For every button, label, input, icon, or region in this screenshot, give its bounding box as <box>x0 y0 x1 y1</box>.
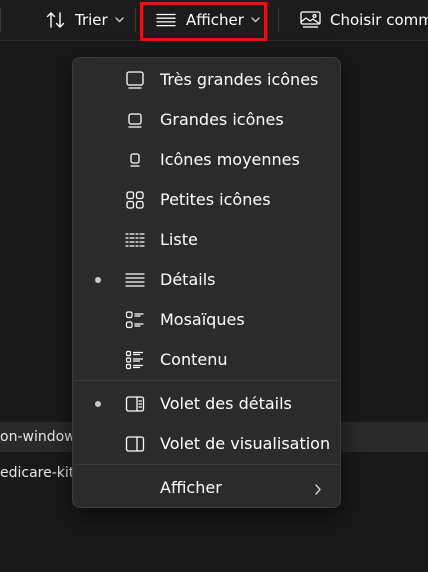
menu-item-label: Détails <box>160 270 216 289</box>
menu-item-label: Volet de visualisation <box>160 434 331 453</box>
menu-item-label: Liste <box>160 230 198 249</box>
command-bar: Trier Afficher Choisir comme <box>0 0 428 41</box>
medium-icons-icon <box>125 150 145 170</box>
menu-item-label: Afficher <box>160 478 222 497</box>
sort-icon <box>46 11 66 29</box>
menu-item-label: Icônes moyennes <box>160 150 300 169</box>
sort-label: Trier <box>75 11 108 29</box>
menu-item-label: Grandes icônes <box>160 110 284 129</box>
extra-large-icons-icon <box>125 70 145 90</box>
view-menu: Très grandes icônes Grandes icônes Icône… <box>72 57 341 508</box>
menu-item-label: Contenu <box>160 350 228 369</box>
tiles-icon <box>125 310 145 330</box>
toolbar-separator <box>278 8 279 32</box>
menu-item-medium-icons[interactable]: Icônes moyennes <box>77 142 336 178</box>
preview-pane-icon <box>125 434 145 454</box>
selected-dot-icon <box>95 277 101 283</box>
menu-item-large-icons[interactable]: Grandes icônes <box>77 102 336 138</box>
menu-item-label: Mosaïques <box>160 310 245 329</box>
chevron-down-icon <box>115 17 124 23</box>
selected-dot-icon <box>95 401 101 407</box>
toolbar-separator <box>135 8 136 32</box>
details-icon <box>125 270 145 290</box>
chevron-right-icon <box>314 481 322 500</box>
choose-as-button[interactable]: Choisir comme <box>300 4 428 36</box>
menu-item-preview-pane[interactable]: Volet de visualisation <box>77 426 336 462</box>
menu-item-label: Volet des détails <box>160 394 292 413</box>
menu-item-small-icons[interactable]: Petites icônes <box>77 182 336 218</box>
menu-item-details[interactable]: Détails <box>77 262 336 298</box>
choose-as-label: Choisir comme <box>330 11 428 29</box>
details-pane-icon <box>125 394 145 414</box>
menu-item-extra-large-icons[interactable]: Très grandes icônes <box>77 62 336 98</box>
small-icons-icon <box>125 190 145 210</box>
content-icon <box>125 350 145 370</box>
menu-item-details-pane[interactable]: Volet des détails <box>77 386 336 422</box>
list-icon <box>125 230 145 250</box>
menu-item-list[interactable]: Liste <box>77 222 336 258</box>
large-icons-icon <box>125 110 145 130</box>
menu-item-content[interactable]: Contenu <box>77 342 336 378</box>
file-name: on-window <box>0 429 76 445</box>
menu-item-show-submenu[interactable]: Afficher <box>77 470 336 506</box>
picture-icon <box>300 11 321 29</box>
sort-button[interactable]: Trier <box>46 4 124 36</box>
menu-item-tiles[interactable]: Mosaïques <box>77 302 336 338</box>
toolbar-separator <box>0 8 1 32</box>
menu-separator <box>74 380 339 381</box>
menu-item-label: Petites icônes <box>160 190 271 209</box>
menu-item-label: Très grandes icônes <box>160 70 319 89</box>
menu-separator <box>74 464 339 465</box>
view-button-highlight <box>140 2 267 41</box>
